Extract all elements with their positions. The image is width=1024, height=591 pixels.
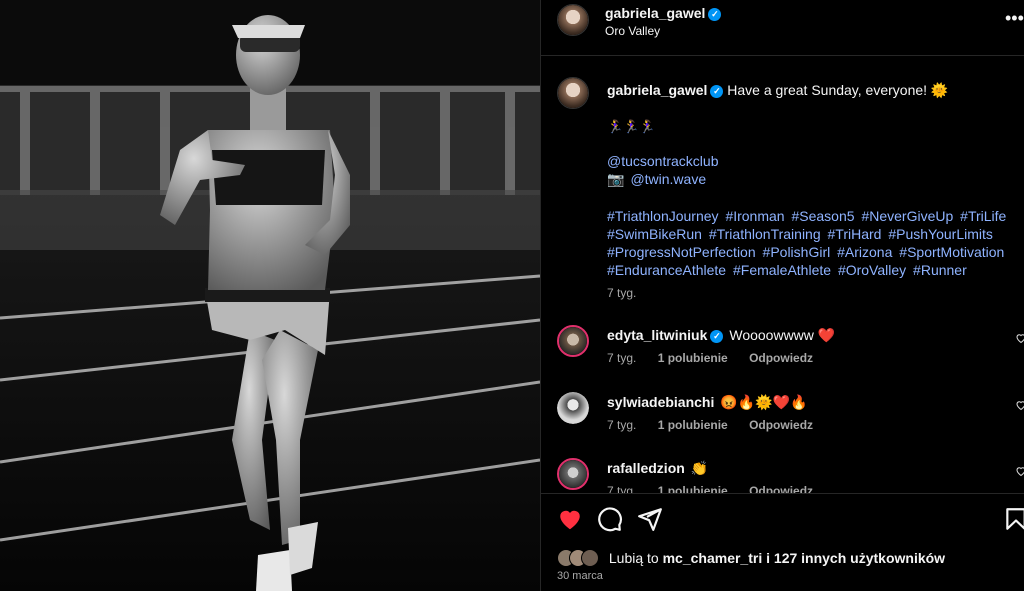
comment-likes[interactable]: 1 polubienie xyxy=(658,418,728,432)
hashtag[interactable]: #ProgressNotPerfection xyxy=(607,244,756,260)
comment-likes[interactable]: 1 polubienie xyxy=(658,484,728,493)
verified-icon: ✓ xyxy=(708,8,722,21)
verified-icon: ✓ xyxy=(710,85,724,98)
hashtag[interactable]: #TriathlonJourney xyxy=(607,208,719,224)
comment-heart-icon[interactable] xyxy=(1015,399,1024,411)
hashtags: #TriathlonJourney #Ironman #Season5 #Nev… xyxy=(607,207,1017,279)
hashtag[interactable]: #Ironman xyxy=(725,208,784,224)
liker-avatar xyxy=(581,549,599,568)
hashtag[interactable]: #TriathlonTraining xyxy=(709,226,821,242)
hashtag[interactable]: #SportMotivation xyxy=(899,244,1004,260)
hashtag[interactable]: #Season5 xyxy=(791,208,854,224)
runner-photo-illustration xyxy=(0,0,540,591)
hashtag[interactable]: #TriLife xyxy=(960,208,1006,224)
comment-icon[interactable] xyxy=(597,506,623,532)
verified-icon: ✓ xyxy=(710,330,724,343)
comment-body: rafalledzion 👏 xyxy=(607,460,708,477)
caption-username[interactable]: gabriela_gawel xyxy=(607,82,707,98)
likes-text: Lubią to mc_chamer_tri i 127 innych użyt… xyxy=(609,550,945,566)
comment-body: edyta_litwiniuk ✓ Woooowwww ❤️ xyxy=(607,327,835,344)
comment-heart-icon[interactable] xyxy=(1015,332,1024,344)
comment-item: edyta_litwiniuk ✓ Woooowwww ❤️ 7 tyg. 1 po… xyxy=(541,321,1024,385)
hashtag[interactable]: #PushYourLimits xyxy=(888,226,993,242)
mention-line-twin-wave: 📷 @twin.wave xyxy=(607,171,706,188)
hashtag[interactable]: #OroValley xyxy=(838,262,906,278)
post-location[interactable]: Oro Valley xyxy=(605,24,660,38)
likes-prefix: Lubią to xyxy=(608,550,659,567)
reply-button[interactable]: Odpowiedz xyxy=(749,418,813,432)
post-actions: Lubią to mc_chamer_tri i 127 innych użyt… xyxy=(541,493,1024,591)
comment-text: 😡🔥🌞❤️🔥 xyxy=(720,394,808,410)
comment-time[interactable]: 7 tyg. xyxy=(607,351,636,365)
hashtag[interactable]: #EnduranceAthlete xyxy=(607,262,726,278)
caption: gabriela_gawel ✓ Have a great Sunday, eve… xyxy=(607,81,1012,99)
caption-runners-emoji: 🏃‍♀️🏃‍♀️🏃‍♀️ xyxy=(607,119,656,134)
author-username-link[interactable]: gabriela_gawel ✓ xyxy=(605,5,722,21)
comment-meta: 7 tyg. 1 polubienie Odpowiedz xyxy=(607,418,831,432)
commenter-avatar[interactable] xyxy=(557,392,589,424)
comment-item: sylwiadebianchi 😡🔥🌞❤️🔥 7 tyg. 1 polubieni… xyxy=(541,388,1024,452)
reply-button[interactable]: Odpowiedz xyxy=(749,351,813,365)
post-photo[interactable] xyxy=(0,0,540,591)
hashtag[interactable]: #Arizona xyxy=(837,244,892,260)
caption-text: Have a great Sunday, everyone! 🌞 xyxy=(727,82,949,98)
hashtag[interactable]: #NeverGiveUp xyxy=(861,208,953,224)
comment-body: sylwiadebianchi 😡🔥🌞❤️🔥 xyxy=(607,394,808,411)
hashtag[interactable]: #TriHard xyxy=(828,226,882,242)
commenter-username[interactable]: sylwiadebianchi xyxy=(607,394,714,410)
more-icon[interactable]: ••• xyxy=(1005,8,1024,29)
post-detail-panel: gabriela_gawel ✓ Oro Valley ••• gabriela_… xyxy=(540,0,1024,591)
comment-meta: 7 tyg. 1 polubienie Odpowiedz xyxy=(607,484,831,493)
reply-button[interactable]: Odpowiedz xyxy=(749,484,813,493)
comment-meta: 7 tyg. 1 polubienie Odpowiedz xyxy=(607,351,831,365)
commenter-username[interactable]: edyta_litwiniuk xyxy=(607,327,707,343)
caption-timestamp[interactable]: 7 tyg. xyxy=(607,286,636,300)
heart-icon[interactable] xyxy=(557,506,583,532)
comment-likes[interactable]: 1 polubienie xyxy=(658,351,728,365)
author-avatar[interactable] xyxy=(557,4,589,36)
post-header: gabriela_gawel ✓ Oro Valley ••• xyxy=(541,0,1024,56)
mention-twin-wave[interactable]: @twin.wave xyxy=(630,171,706,187)
likes-user[interactable]: mc_chamer_tri xyxy=(663,550,763,566)
hashtag[interactable]: #Runner xyxy=(913,262,967,278)
share-icon[interactable] xyxy=(637,506,663,532)
hashtag[interactable]: #PolishGirl xyxy=(763,244,831,260)
commenter-avatar[interactable] xyxy=(557,325,589,357)
author-username[interactable]: gabriela_gawel xyxy=(605,5,705,21)
comment-text: Woooowwww ❤️ xyxy=(729,327,836,343)
hashtag[interactable]: #SwimBikeRun xyxy=(607,226,702,242)
comment-text: 👏 xyxy=(690,460,709,476)
comment-heart-icon[interactable] xyxy=(1015,465,1024,477)
likes-summary[interactable]: Lubią to mc_chamer_tri i 127 innych użyt… xyxy=(557,549,945,568)
mention-tucsontrackclub[interactable]: @tucsontrackclub xyxy=(607,153,718,169)
post-date[interactable]: 30 marca xyxy=(557,570,603,582)
comment-time[interactable]: 7 tyg. xyxy=(607,484,636,493)
commenter-avatar[interactable] xyxy=(557,458,589,490)
comment-time[interactable]: 7 tyg. xyxy=(607,418,636,432)
bookmark-icon[interactable] xyxy=(1003,506,1024,532)
likes-others[interactable]: i 127 innych użytkowników xyxy=(766,550,945,566)
camera-icon: 📷 xyxy=(607,171,625,187)
hashtag[interactable]: #FemaleAthlete xyxy=(733,262,831,278)
comments-scroll-area[interactable]: gabriela_gawel ✓ Have a great Sunday, eve… xyxy=(541,57,1024,493)
caption-avatar[interactable] xyxy=(557,77,589,109)
commenter-username[interactable]: rafalledzion xyxy=(607,460,685,476)
comment-item: rafalledzion 👏 7 tyg. 1 polubienie Odpowi… xyxy=(541,454,1024,493)
